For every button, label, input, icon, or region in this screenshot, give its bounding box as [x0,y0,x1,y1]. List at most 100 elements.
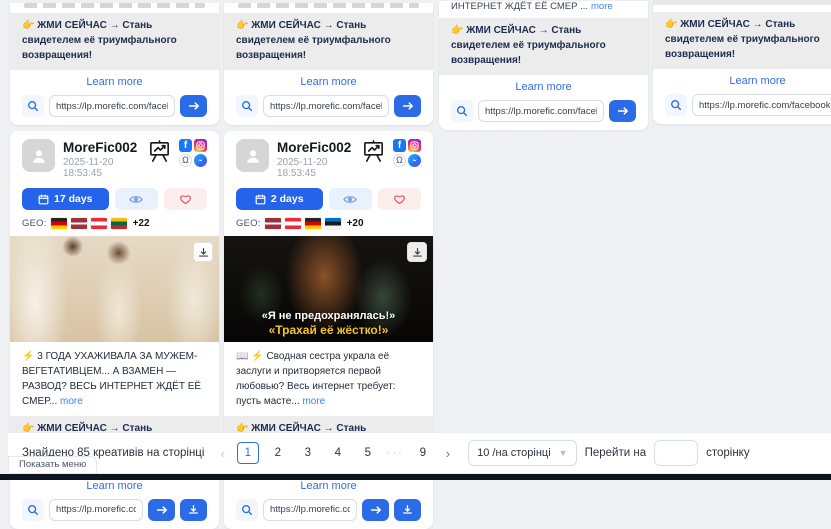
page-button-3[interactable]: 3 [297,442,319,464]
facebook-icon: f [179,139,192,152]
landing-url-row [22,499,207,521]
landing-url-input[interactable] [49,499,143,521]
ad-card-partial: 👉 ЖМИ СЕЙЧАС → Стань свидетелем её триум… [10,3,219,125]
preview-eye-button[interactable] [329,188,372,210]
cropped-content [24,3,205,8]
header-icons: f Ω [361,139,421,167]
avatar [22,139,55,172]
learn-more-link[interactable]: Learn more [451,75,636,98]
landing-url-row [236,499,421,521]
search-icon[interactable] [236,499,258,521]
page-button-2[interactable]: 2 [267,442,289,464]
creative-image[interactable] [10,236,219,342]
facebook-icon: f [393,139,406,152]
geo-more-count[interactable]: +22 [133,218,150,229]
search-icon[interactable] [22,499,44,521]
landing-url-input[interactable] [263,95,389,117]
stats-chart-icon[interactable] [147,139,172,163]
days-label: 2 days [271,193,304,205]
search-icon[interactable] [451,100,473,122]
goto-page-suffix: сторінку [706,447,750,459]
instagram-icon [408,139,421,152]
advertiser-info: MoreFic002 2025-11-20 18:53:45 [277,139,353,179]
page-size-value: 10 /на сторінці [477,447,551,459]
ad-cta-text: 👉 ЖМИ СЕЙЧАС → Стань свидетелем её триум… [10,13,219,70]
advertiser-name: MoreFic002 [277,140,353,155]
goto-page-input[interactable] [654,440,698,466]
page-button-4[interactable]: 4 [327,442,349,464]
ad-card-partial: ИНТЕРНЕТ ЖДЁТ ЕЁ СМЕР ...more 👉 ЖМИ СЕЙЧ… [439,1,648,130]
card-actions: 2 days [236,188,421,210]
open-url-button[interactable] [362,499,389,521]
download-image-button[interactable] [193,242,213,262]
audience-network-icon: Ω [393,154,406,167]
platform-icons: f Ω [393,139,421,167]
stats-chart-icon[interactable] [361,139,386,163]
flag-de-icon [305,218,321,229]
page-button-last[interactable]: 9 [412,442,434,464]
card-actions: 17 days [22,188,207,210]
flag-lv-icon [71,218,87,229]
download-creative-button[interactable] [180,499,207,521]
landing-url-input[interactable] [692,94,831,116]
creative-description: 📖 ⚡ Сводная сестра украла её заслуги и п… [236,349,421,409]
geo-more-count[interactable]: +20 [347,218,364,229]
open-url-button[interactable] [148,499,175,521]
messenger-icon [408,154,421,167]
prev-page-icon[interactable]: ‹ [216,446,228,461]
instagram-icon [194,139,207,152]
open-url-button[interactable] [394,95,421,117]
favorite-heart-button[interactable] [164,188,207,210]
days-label: 17 days [54,193,93,205]
learn-more-link[interactable]: Learn more [22,70,207,93]
landing-url-row [451,100,636,122]
flag-lv-icon [265,218,281,229]
days-active-button[interactable]: 17 days [22,188,109,210]
learn-more-link[interactable]: Learn more [236,70,421,93]
search-icon[interactable] [665,94,687,116]
image-caption-line2: «Трахай её жёстко!» [224,323,433,337]
more-link[interactable]: more [591,1,613,12]
description-text: ⚡ 3 ГОДА УХАЖИВАЛА ЗА МУЖЕМ-ВЕГЕТАТИВЦЕМ… [22,351,201,407]
ad-card-partial: 👉 ЖМИ СЕЙЧАС → Стань свидетелем её триум… [653,0,831,124]
days-active-button[interactable]: 2 days [236,188,323,210]
landing-url-input[interactable] [263,499,357,521]
search-icon[interactable] [22,95,44,117]
geo-flags [51,218,127,229]
next-page-icon[interactable]: › [442,446,454,461]
open-url-button[interactable] [180,95,207,117]
creative-date: 2025-11-20 18:53:45 [63,157,139,179]
more-link[interactable]: more [60,396,83,407]
landing-url-input[interactable] [478,100,604,122]
flag-at-icon [91,218,107,229]
more-link[interactable]: more [302,396,325,407]
flag-lt-icon [111,218,127,229]
creative-image[interactable]: «Я не предохранялась!» «Трахай её жёстко… [224,236,433,342]
cropped-content [653,0,831,5]
flag-ee-icon [325,218,341,229]
open-url-button[interactable] [609,100,636,122]
avatar [236,139,269,172]
advertiser-name: MoreFic002 [63,140,139,155]
ad-cta-text: 👉 ЖМИ СЕЙЧАС → Стань свидетелем её триум… [653,12,831,69]
page-button-5[interactable]: 5 [357,442,379,464]
page-size-select[interactable]: 10 /на сторінці ▼ [468,440,576,466]
geo-row: GEO: +20 [236,218,421,229]
preview-eye-button[interactable] [115,188,158,210]
pagination-ellipsis[interactable]: ··· [387,447,404,459]
pagination-bar: Знайдено 85 креативів на сторінці ‹ 1 2 … [8,433,831,473]
learn-more-link[interactable]: Learn more [665,69,831,92]
flag-de-icon [51,218,67,229]
flag-at-icon [285,218,301,229]
page-button-1[interactable]: 1 [237,442,259,464]
download-image-button[interactable] [407,242,427,262]
favorite-heart-button[interactable] [378,188,421,210]
cropped-description: ИНТЕРНЕТ ЖДЁТ ЕЁ СМЕР ...more [451,1,636,12]
card-header: MoreFic002 2025-11-20 18:53:45 f Ω [22,139,207,179]
messenger-icon [194,154,207,167]
landing-url-input[interactable] [49,95,175,117]
ad-cta-text: 👉 ЖМИ СЕЙЧАС → Стань свидетелем её триум… [439,18,648,75]
download-creative-button[interactable] [394,499,421,521]
search-icon[interactable] [236,95,258,117]
show-menu-button[interactable]: Показать меню [8,456,97,474]
